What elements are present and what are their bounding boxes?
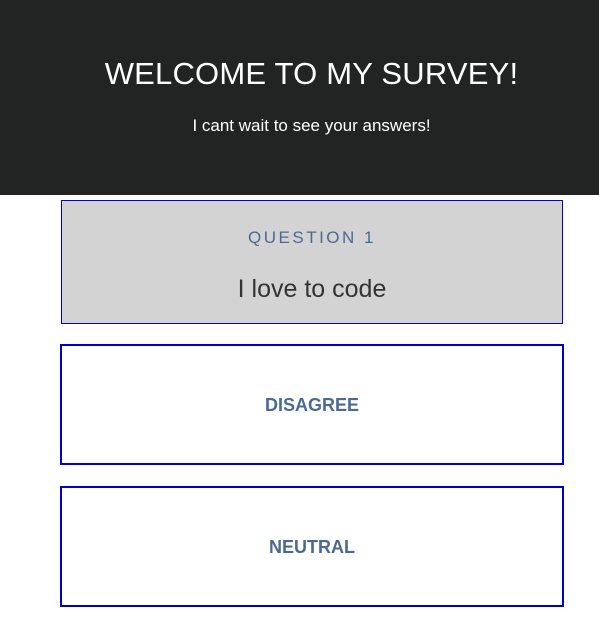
question-number: QUESTION 1 xyxy=(248,228,376,247)
answer-label: NEUTRAL xyxy=(269,537,355,557)
question-text: I love to code xyxy=(237,275,387,303)
page-subtitle: I cant wait to see your answers! xyxy=(192,116,431,135)
answer-option-neutral[interactable]: NEUTRAL xyxy=(60,486,564,607)
answer-label: DISAGREE xyxy=(264,395,360,415)
question-card: QUESTION 1 I love to code xyxy=(61,200,563,324)
answer-option-disagree[interactable]: DISAGREE xyxy=(60,344,564,465)
page-header: WELCOME TO MY SURVEY! I cant wait to see… xyxy=(0,0,599,195)
page-title: WELCOME TO MY SURVEY! xyxy=(104,56,519,91)
